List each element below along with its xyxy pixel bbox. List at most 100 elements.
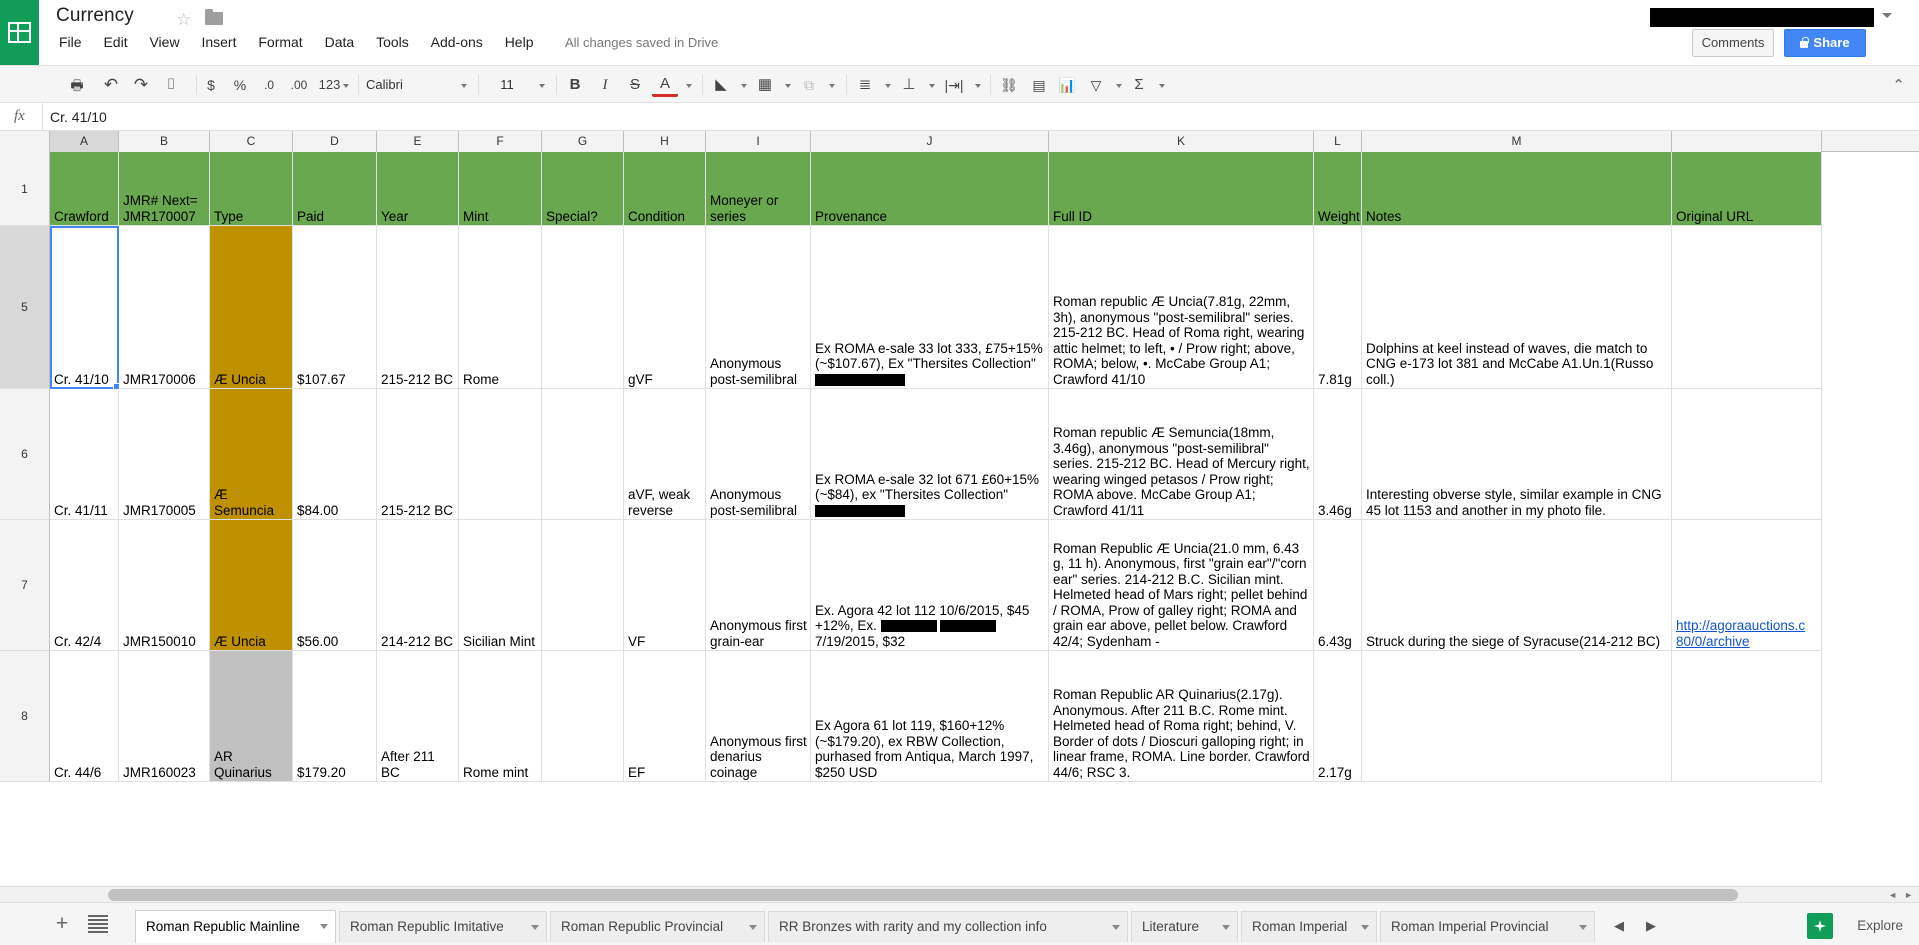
- star-icon[interactable]: ☆: [176, 10, 191, 30]
- increase-decimal-icon[interactable]: .00: [285, 70, 313, 100]
- cell-D8[interactable]: $179.20: [293, 651, 377, 782]
- cell-H5[interactable]: gVF: [624, 226, 706, 389]
- horizontal-align-icon[interactable]: ≣: [852, 70, 878, 100]
- redo-icon[interactable]: ↷: [128, 70, 154, 100]
- chevron-down-icon[interactable]: [1882, 13, 1892, 18]
- cell-J6[interactable]: Ex ROMA e-sale 32 lot 671 £60+15%(~$84),…: [811, 389, 1049, 520]
- cell-G5[interactable]: [542, 226, 624, 389]
- column-header-D[interactable]: D: [293, 131, 377, 152]
- header-cell-M1[interactable]: Notes: [1362, 152, 1672, 226]
- sheet-tab-roman-republic-provincial[interactable]: Roman Republic Provincial: [550, 911, 765, 942]
- cell-C5[interactable]: Æ Uncia: [210, 226, 293, 389]
- chevron-down-icon[interactable]: [1579, 925, 1587, 930]
- cell-I8[interactable]: Anonymous first denarius coinage: [706, 651, 811, 782]
- font-size-select[interactable]: 11: [487, 72, 527, 98]
- header-cell-J1[interactable]: Provenance: [811, 152, 1049, 226]
- fill-color-icon[interactable]: ◣: [708, 70, 734, 100]
- row-header-5[interactable]: 5: [0, 226, 50, 389]
- collapse-toolbar-icon[interactable]: ⌃: [1892, 76, 1905, 94]
- text-color-caret-icon[interactable]: [678, 70, 696, 100]
- column-header-E[interactable]: E: [377, 131, 459, 152]
- text-wrap-icon[interactable]: |⇥|: [940, 70, 968, 100]
- sheet-tab-roman-republic-mainline[interactable]: Roman Republic Mainline: [135, 910, 336, 943]
- cell-J8[interactable]: Ex Agora 61 lot 119, $160+12%(~$179.20),…: [811, 651, 1049, 782]
- bold-icon[interactable]: B: [562, 70, 588, 100]
- cell-G6[interactable]: [542, 389, 624, 520]
- scroll-left-icon[interactable]: ◄: [1888, 890, 1897, 900]
- cell-I7[interactable]: Anonymous first grain-ear: [706, 520, 811, 651]
- cell-K7[interactable]: Roman Republic Æ Uncia(21.0 mm, 6.43 g, …: [1049, 520, 1314, 651]
- comments-button[interactable]: Comments: [1692, 29, 1774, 57]
- scroll-right-icon[interactable]: ►: [1904, 890, 1913, 900]
- sheet-tab-roman-imperial-provincial[interactable]: Roman Imperial Provincial: [1380, 911, 1595, 942]
- explore-icon[interactable]: [1807, 913, 1833, 939]
- number-format-icon[interactable]: 123: [315, 70, 353, 100]
- header-cell-n1[interactable]: Original URL: [1672, 152, 1822, 226]
- cell-n7[interactable]: http://agoraauctions.c 80/0/archive: [1672, 520, 1822, 651]
- column-header-A[interactable]: A: [50, 131, 119, 152]
- cell-F7[interactable]: Sicilian Mint: [459, 520, 542, 651]
- menu-item-insert[interactable]: Insert: [192, 33, 245, 51]
- folder-icon[interactable]: [205, 9, 223, 25]
- font-family-select[interactable]: Calibri: [362, 72, 450, 98]
- cell-C6[interactable]: Æ Semuncia: [210, 389, 293, 520]
- cell-K5[interactable]: Roman republic Æ Uncia(7.81g, 22mm, 3h),…: [1049, 226, 1314, 389]
- cell-A7[interactable]: Cr. 42/4: [50, 520, 119, 651]
- column-header-H[interactable]: H: [624, 131, 706, 152]
- sheet-tab-roman-imperial[interactable]: Roman Imperial: [1241, 911, 1377, 942]
- cell-G7[interactable]: [542, 520, 624, 651]
- menu-item-help[interactable]: Help: [496, 33, 543, 51]
- column-header-M[interactable]: M: [1362, 131, 1672, 152]
- cell-J7[interactable]: Ex. Agora 42 lot 112 10/6/2015, $45 +12%…: [811, 520, 1049, 651]
- tab-nav-right-button[interactable]: ▶: [1640, 916, 1662, 936]
- menu-item-data[interactable]: Data: [316, 33, 364, 51]
- sheet-tab-rr-bronzes-with-rarity-and-my-collection-info[interactable]: RR Bronzes with rarity and my collection…: [768, 911, 1128, 942]
- vertical-align-caret-icon[interactable]: [921, 70, 939, 100]
- cell-L5[interactable]: 7.81g: [1314, 226, 1362, 389]
- cell-M8[interactable]: [1362, 651, 1672, 782]
- cell-link[interactable]: http://agoraauctions.c 80/0/archive: [1676, 618, 1805, 649]
- document-title[interactable]: Currency: [56, 5, 134, 27]
- text-wrap-caret-icon[interactable]: [967, 70, 985, 100]
- header-cell-H1[interactable]: Condition: [624, 152, 706, 226]
- column-header-K[interactable]: K: [1049, 131, 1314, 152]
- menu-item-format[interactable]: Format: [249, 33, 311, 51]
- cell-K6[interactable]: Roman republic Æ Semuncia(18mm, 3.46g), …: [1049, 389, 1314, 520]
- column-header-n[interactable]: [1672, 131, 1822, 152]
- cell-H6[interactable]: aVF, weak reverse: [624, 389, 706, 520]
- cell-L7[interactable]: 6.43g: [1314, 520, 1362, 651]
- header-cell-E1[interactable]: Year: [377, 152, 459, 226]
- cell-B6[interactable]: JMR170005: [119, 389, 210, 520]
- share-button[interactable]: Share: [1784, 29, 1866, 57]
- chevron-down-icon[interactable]: [1222, 925, 1230, 930]
- column-header-F[interactable]: F: [459, 131, 542, 152]
- explore-button[interactable]: Explore: [1857, 914, 1903, 938]
- header-cell-B1[interactable]: JMR# Next= JMR170007: [119, 152, 210, 226]
- percent-format-icon[interactable]: %: [227, 70, 253, 100]
- formula-input[interactable]: [48, 107, 1348, 127]
- cell-n6[interactable]: [1672, 389, 1822, 520]
- undo-icon[interactable]: ↶: [98, 70, 124, 100]
- chevron-down-icon[interactable]: [1361, 925, 1369, 930]
- cell-E7[interactable]: 214-212 BC: [377, 520, 459, 651]
- row-header-7[interactable]: 7: [0, 520, 50, 651]
- borders-caret-icon[interactable]: [777, 70, 795, 100]
- horizontal-scrollbar[interactable]: ◄ ►: [0, 886, 1919, 902]
- chevron-down-icon[interactable]: [531, 925, 539, 930]
- cell-F8[interactable]: Rome mint: [459, 651, 542, 782]
- cell-E5[interactable]: 215-212 BC: [377, 226, 459, 389]
- column-header-B[interactable]: B: [119, 131, 210, 152]
- vertical-align-icon[interactable]: ⊥: [896, 70, 922, 100]
- header-cell-A1[interactable]: Crawford: [50, 152, 119, 226]
- cell-E6[interactable]: 215-212 BC: [377, 389, 459, 520]
- menu-item-edit[interactable]: Edit: [94, 33, 136, 51]
- font-size-caret-icon[interactable]: [530, 70, 550, 100]
- link-icon[interactable]: ⛓: [996, 70, 1022, 100]
- cell-D7[interactable]: $56.00: [293, 520, 377, 651]
- filter-icon[interactable]: ▽: [1083, 70, 1109, 100]
- menu-item-addons[interactable]: Add-ons: [422, 33, 492, 51]
- fill-color-caret-icon[interactable]: [733, 70, 751, 100]
- menu-item-tools[interactable]: Tools: [367, 33, 418, 51]
- header-cell-F1[interactable]: Mint: [459, 152, 542, 226]
- column-header-C[interactable]: C: [210, 131, 293, 152]
